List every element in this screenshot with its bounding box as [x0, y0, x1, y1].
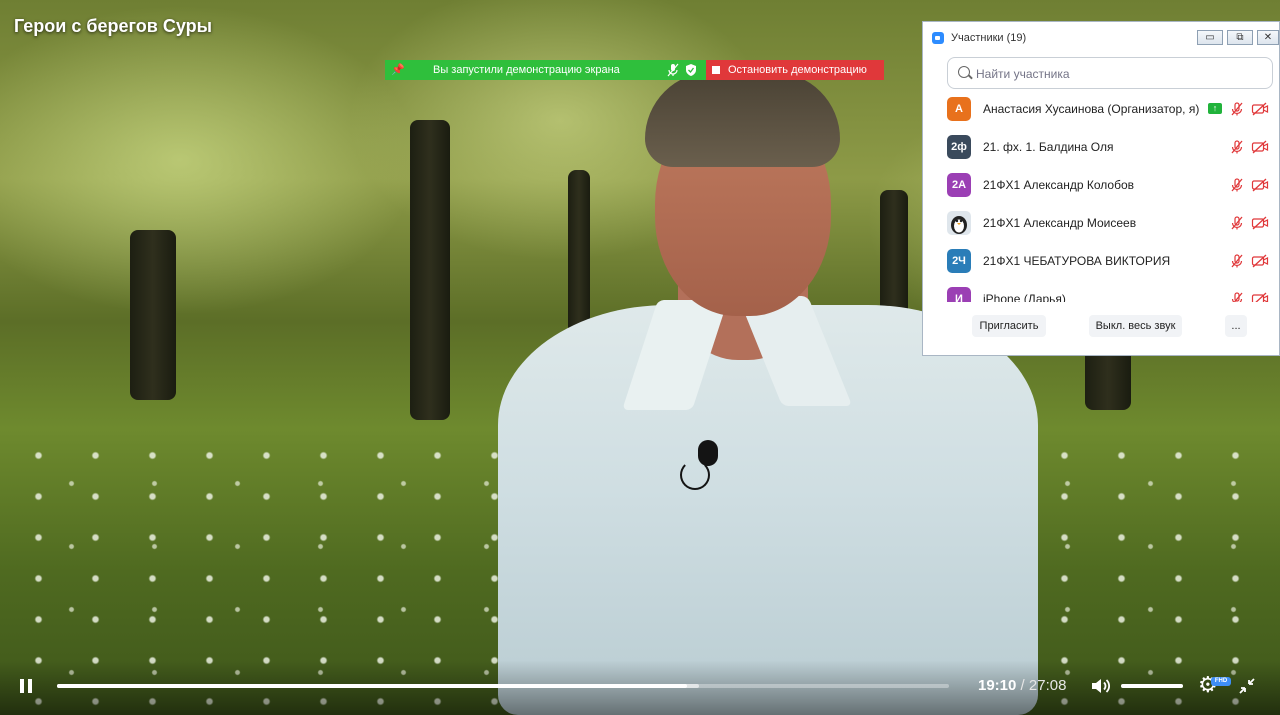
close-button[interactable]: ✕ [1257, 30, 1279, 45]
participants-panel: Участники (19) ▭ ⧉ ✕ А Анастасия Хусаино… [922, 21, 1280, 356]
pin-icon[interactable]: 📌 [391, 63, 405, 76]
microphone-wire [680, 460, 710, 490]
participant-avatar: 2А [947, 173, 971, 197]
speaker-hair [645, 72, 840, 167]
panel-titlebar[interactable]: Участники (19) ▭ ⧉ ✕ [923, 22, 1279, 54]
pause-icon[interactable] [20, 679, 32, 693]
video-off-icon[interactable] [1251, 291, 1269, 302]
progress-played [57, 684, 687, 688]
zoom-logo-icon [932, 32, 944, 44]
mic-muted-icon[interactable] [1229, 101, 1245, 117]
volume-icon[interactable] [1090, 677, 1112, 695]
video-off-icon[interactable] [1251, 101, 1269, 117]
mic-muted-icon[interactable] [1229, 253, 1245, 269]
exit-fullscreen-icon[interactable] [1238, 677, 1256, 695]
quality-badge: FHD [1211, 677, 1231, 686]
video-off-icon[interactable] [1251, 215, 1269, 231]
invite-button[interactable]: Пригласить [972, 315, 1046, 337]
stop-icon [712, 66, 720, 74]
participant-name: Анастасия Хусаинова (Организатор, я) [983, 102, 1200, 116]
participant-avatar: А [947, 97, 971, 121]
stop-share-button[interactable]: Остановить демонстрацию [706, 60, 884, 80]
participant-row[interactable]: А Анастасия Хусаинова (Организатор, я) ↑ [923, 92, 1279, 130]
participant-search[interactable] [947, 57, 1273, 89]
volume-slider[interactable] [1121, 684, 1183, 688]
minimize-button[interactable]: ▭ [1197, 30, 1223, 45]
tree-trunk [130, 230, 176, 400]
participant-name: 21ФХ1 Александр Моисеев [983, 216, 1137, 230]
participant-name: iPhone (Дарья) [983, 292, 1066, 302]
screen-share-icon: ↑ [1208, 103, 1222, 114]
more-button[interactable]: ... [1225, 315, 1247, 337]
mute-all-button[interactable]: Выкл. весь звук [1089, 315, 1182, 337]
participant-row[interactable]: 2Ч 21ФХ1 ЧЕБАТУРОВА ВИКТОРИЯ [923, 244, 1279, 282]
shield-icon[interactable] [685, 63, 697, 77]
video-off-icon[interactable] [1251, 177, 1269, 193]
volume-level [1121, 684, 1183, 688]
mic-muted-icon[interactable] [1229, 139, 1245, 155]
participant-list[interactable]: А Анастасия Хусаинова (Организатор, я) ↑… [923, 92, 1279, 302]
video-title: Герои с берегов Суры [14, 16, 212, 36]
restore-button[interactable]: ⧉ [1227, 30, 1253, 45]
participant-avatar: И [947, 287, 971, 302]
participant-name: 21ФХ1 ЧЕБАТУРОВА ВИКТОРИЯ [983, 254, 1171, 268]
mic-icon[interactable] [667, 63, 679, 77]
video-off-icon[interactable] [1251, 253, 1269, 269]
participant-avatar: 2ф [947, 135, 971, 159]
progress-bar[interactable] [57, 684, 949, 688]
search-input[interactable] [974, 64, 1268, 84]
panel-title: Участники (19) [951, 32, 1027, 44]
participant-row[interactable]: 2ф 21. фх. 1. Балдина Оля [923, 130, 1279, 168]
participant-row[interactable]: 2А 21ФХ1 Александр Колобов [923, 168, 1279, 206]
participant-avatar: 2Ч [947, 249, 971, 273]
mic-muted-icon[interactable] [1229, 291, 1245, 302]
search-icon [958, 66, 970, 78]
time-display: 19:10 / 27:08 [978, 677, 1066, 694]
share-status-bar[interactable]: 📌 Вы запустили демонстрацию экрана [385, 60, 706, 80]
screen-share-bar: 📌 Вы запустили демонстрацию экрана Остан… [385, 60, 884, 80]
mic-muted-icon[interactable] [1229, 177, 1245, 193]
current-time: 19:10 [978, 677, 1017, 694]
video-off-icon[interactable] [1251, 139, 1269, 155]
participant-row[interactable]: И iPhone (Дарья) [923, 282, 1279, 302]
participant-name: 21ФХ1 Александр Колобов [983, 178, 1134, 192]
time-separator: / [1016, 677, 1029, 694]
tree-trunk [410, 120, 450, 420]
player-controls: 19:10 / 27:08 ⚙ FHD [0, 660, 1280, 715]
penguin-avatar-icon [947, 211, 971, 235]
stop-share-label: Остановить демонстрацию [728, 64, 867, 76]
participant-name: 21. фх. 1. Балдина Оля [983, 140, 1114, 154]
participant-row[interactable]: 21ФХ1 Александр Моисеев [923, 206, 1279, 244]
share-status-text: Вы запустили демонстрацию экрана [433, 64, 620, 76]
duration: 27:08 [1028, 677, 1067, 694]
mic-muted-icon[interactable] [1229, 215, 1245, 231]
panel-footer: Пригласить Выкл. весь звук ... [923, 304, 1279, 356]
